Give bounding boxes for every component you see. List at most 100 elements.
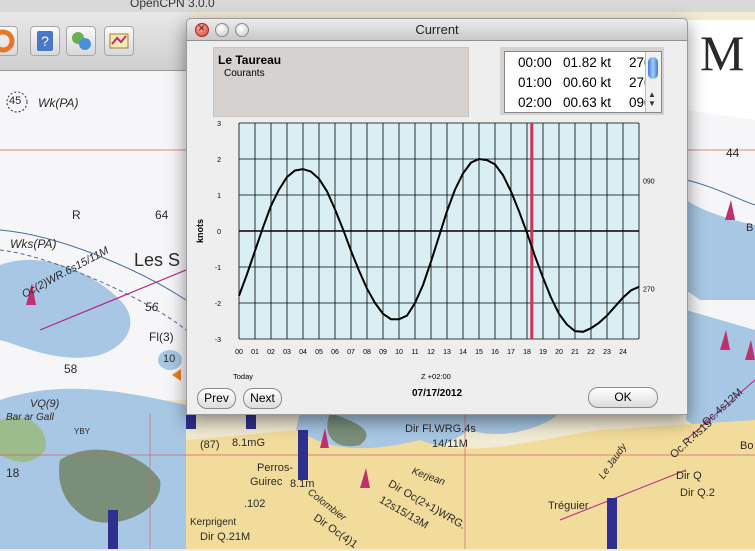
ok-button[interactable]: OK <box>588 387 658 408</box>
list-item-time: 02:00 <box>518 95 552 110</box>
lifebuoy-icon <box>0 29 15 53</box>
y-axis-label: knots <box>195 219 205 243</box>
next-button[interactable]: Next <box>243 388 282 409</box>
chart-label: 18 <box>6 466 20 480</box>
x-tick-label: 08 <box>363 349 371 356</box>
current-list-frame: 00:00 01.82 kt 270 01:00 00.60 kt 270 02… <box>500 47 664 115</box>
chart-label: Perros- <box>257 462 294 474</box>
chart-label: VQ(9) <box>30 398 60 410</box>
list-item-speed: 00.60 kt <box>563 75 612 90</box>
app-title-bar: OpenCPN 3.0.0 <box>0 0 755 12</box>
dialog-titlebar[interactable]: Current <box>187 19 687 41</box>
current-dialog: Current Le Taureau Courants 00:00 01.82 … <box>186 18 688 415</box>
x-tick-label: 05 <box>315 349 323 356</box>
today-label: Today <box>233 372 254 381</box>
station-type: Courants <box>224 68 265 79</box>
timezone-label: Z +02:00 <box>421 372 451 381</box>
chart-label: Kerprigent <box>190 517 237 528</box>
x-tick-label: 23 <box>603 349 611 356</box>
list-item[interactable]: 01:00 00.60 kt 270 <box>505 75 652 93</box>
y-tick-label: -3 <box>215 337 221 344</box>
x-tick-label: 22 <box>587 349 595 356</box>
chart-label: M <box>700 25 745 81</box>
x-tick-label: 13 <box>443 349 451 356</box>
station-info-panel: Le Taureau Courants <box>213 47 469 117</box>
chart-label: Tréguier <box>548 500 589 512</box>
x-tick-label: 09 <box>379 349 387 356</box>
x-tick-label: 04 <box>299 349 307 356</box>
y-tick-label: 2 <box>217 157 221 164</box>
x-tick-label: 18 <box>523 349 531 356</box>
chart-label: 10 <box>163 353 176 365</box>
lifebuoy-button[interactable] <box>0 26 18 56</box>
dialog-title: Current <box>415 22 459 37</box>
chart-label: Wk(PA) <box>38 96 79 110</box>
chart-label: Dir Fl.WRG.4s <box>405 423 476 435</box>
x-tick-label: 20 <box>555 349 563 356</box>
station-name: Le Taureau <box>218 53 282 67</box>
direction-label: 270 <box>643 287 655 294</box>
ais-button[interactable] <box>66 26 96 56</box>
x-tick-label: 16 <box>491 349 499 356</box>
y-tick-label: -1 <box>215 265 221 272</box>
svg-text:?: ? <box>41 33 49 49</box>
list-item-time: 00:00 <box>518 55 552 70</box>
chart-label: Fl(3) <box>149 330 174 344</box>
chart-label: Dir Q.21M <box>200 531 251 543</box>
y-tick-label: 0 <box>217 229 221 236</box>
chart-label: 44 <box>726 146 740 160</box>
x-tick-label: 00 <box>235 349 243 356</box>
chart-label: B <box>746 222 754 234</box>
current-graph: 3210-1-2-300 01 02 03 04 05 06 07 08 09 10 11 12 13 14… <box>195 121 655 356</box>
x-tick-label: 01 <box>251 349 259 356</box>
y-tick-label: -2 <box>215 301 221 308</box>
x-tick-label: 14 <box>459 349 467 356</box>
x-tick-label: 12 <box>427 349 435 356</box>
chart-label: YBY <box>74 427 91 436</box>
current-list[interactable]: 00:00 01.82 kt 270 01:00 00.60 kt 270 02… <box>504 51 662 113</box>
chart-label: R <box>72 208 81 222</box>
chart-label: Bo <box>740 440 754 452</box>
chart-label: Guirec <box>250 476 283 488</box>
y-tick-label: 3 <box>217 121 221 128</box>
chart-label: 8.1mG <box>232 437 266 449</box>
x-tick-label: 10 <box>395 349 403 356</box>
x-tick-label: 03 <box>283 349 291 356</box>
x-tick-label: 06 <box>331 349 339 356</box>
route-manager-icon <box>109 33 129 49</box>
chart-label: Bar ar Gall <box>6 412 54 423</box>
chart-label: 64 <box>155 208 169 222</box>
y-tick-label: 1 <box>217 193 221 200</box>
direction-label: 090 <box>643 179 655 186</box>
scrollbar-thumb[interactable] <box>648 57 658 79</box>
scroll-up-arrow-icon[interactable]: ▲ <box>648 90 656 99</box>
list-scrollbar[interactable]: ▲ ▼ <box>645 52 661 112</box>
scroll-down-arrow-icon[interactable]: ▼ <box>648 99 656 108</box>
chart-label: (87) <box>200 439 220 451</box>
x-tick-label: 24 <box>619 349 627 356</box>
chart-label: .102 <box>244 498 266 510</box>
app-title: OpenCPN 3.0.0 <box>130 0 215 10</box>
help-icon: ? <box>37 31 53 51</box>
route-manager-button[interactable] <box>104 26 134 56</box>
x-tick-label: 17 <box>507 349 515 356</box>
list-item-speed: 00.63 kt <box>563 95 612 110</box>
chart-label: Wks(PA) <box>10 237 57 251</box>
x-tick-label: 07 <box>347 349 355 356</box>
chart-label: 58 <box>64 362 78 376</box>
date-label: 07/17/2012 <box>412 388 463 399</box>
chart-label: 14/11M <box>432 438 468 450</box>
chart-label: Dir Q <box>676 470 702 482</box>
x-tick-label: 02 <box>267 349 275 356</box>
list-item[interactable]: 02:00 00.63 kt 090 <box>505 95 652 112</box>
prev-button[interactable]: Prev <box>197 388 236 409</box>
x-tick-label: 11 <box>411 349 418 356</box>
list-item[interactable]: 00:00 01.82 kt 270 <box>505 55 652 73</box>
chart-label: 45 <box>9 95 22 107</box>
ais-targets-icon <box>72 32 91 50</box>
chart-label: Dir Q.2 <box>680 487 715 499</box>
x-tick-label: 15 <box>475 349 483 356</box>
x-tick-label: 21 <box>571 349 579 356</box>
help-button[interactable]: ? <box>30 26 60 56</box>
chart-label: Les S <box>134 250 181 270</box>
